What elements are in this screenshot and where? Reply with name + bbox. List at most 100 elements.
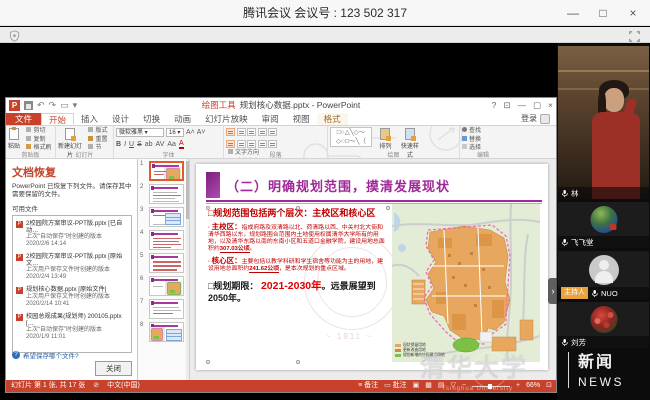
fit-slide-icon[interactable]: ⊡ — [546, 380, 552, 392]
shapes-gallery[interactable]: □○△╲◇～ ◇○□～╲（ — [330, 127, 372, 147]
slideshow-view-icon[interactable]: ▽ — [451, 380, 456, 392]
columns-button[interactable] — [268, 140, 277, 148]
thumbnail-slide-1[interactable]: 1 — [140, 161, 184, 181]
font-name-combo[interactable]: 微软雅黑 ▾ — [116, 128, 164, 137]
ribbon-options-icon[interactable]: ⊡ — [503, 98, 510, 113]
participant-avatar — [590, 206, 617, 233]
recovery-file-item[interactable]: P 规划核心数据.pptx [原始文件] 上次用户保存文件时创建的版本 2020… — [15, 284, 129, 311]
spacing-button[interactable]: AV — [156, 141, 165, 148]
replace-button[interactable]: 替换 — [462, 136, 504, 145]
tab-view[interactable]: 视图 — [286, 113, 317, 125]
zoom-slider[interactable] — [472, 386, 510, 387]
case-button[interactable]: Aa — [167, 141, 176, 148]
thumbnail-slide-5[interactable]: 5 — [140, 253, 184, 273]
paste-button[interactable]: 粘贴 — [8, 127, 20, 150]
participant-video-tile[interactable]: 主持人 NUO — [558, 251, 649, 299]
font-size-combo[interactable]: 16 ▾ — [166, 128, 184, 137]
align-center-button[interactable] — [237, 140, 246, 148]
tab-format[interactable]: 格式 — [317, 113, 348, 125]
thumbnail-slide-2[interactable]: 2 — [140, 184, 184, 204]
ppt-restore-icon[interactable]: ▢ — [533, 98, 541, 113]
align-left-button[interactable] — [226, 140, 235, 148]
map-legend: 现状保留用地 更新改造用地 规划新增的校园建设用地 — [395, 343, 445, 358]
zoom-in-icon[interactable]: + — [516, 380, 520, 392]
undo-icon[interactable]: ↶ — [37, 99, 45, 112]
thumbnail-slide-7[interactable]: 7 — [140, 299, 184, 319]
arrange-button[interactable]: 排列 — [376, 127, 394, 150]
minimize-icon[interactable]: — — [558, 0, 588, 26]
slideshow-icon[interactable]: ▭ — [60, 99, 69, 112]
indent-decrease-button[interactable] — [247, 128, 256, 136]
font-color-button[interactable]: A — [179, 140, 184, 149]
file-name: 2校园院方案审议-PPT版.pptx [已自动… — [26, 220, 128, 234]
maximize-icon[interactable]: □ — [588, 0, 618, 26]
shrink-font-icon[interactable]: A˅ — [197, 129, 206, 136]
participant-video-tile[interactable]: 林 — [558, 46, 649, 199]
zoom-out-icon[interactable]: − — [462, 380, 466, 392]
justify-button[interactable] — [258, 140, 267, 148]
tab-slideshow[interactable]: 幻灯片放映 — [198, 113, 255, 125]
ppt-file-icon: P — [16, 314, 23, 321]
cut-button[interactable]: 剪切 — [26, 127, 51, 136]
recovery-close-button[interactable]: 关闭 — [95, 361, 132, 376]
grow-font-icon[interactable]: A˄ — [186, 129, 195, 136]
comments-toggle[interactable]: ▭ 批注 — [384, 380, 407, 392]
bold-button[interactable]: B — [116, 141, 121, 148]
tab-home[interactable]: 开始 — [41, 113, 74, 125]
strikethrough-button[interactable]: S — [137, 141, 142, 148]
ppt-close-icon[interactable]: × — [548, 98, 553, 113]
underline-button[interactable]: U — [129, 141, 134, 148]
italic-button[interactable]: I — [124, 141, 126, 148]
tab-animations[interactable]: 动画 — [167, 113, 198, 125]
tab-insert[interactable]: 插入 — [74, 113, 105, 125]
thumbnail-slide-4[interactable]: 4 — [140, 230, 184, 250]
tab-design[interactable]: 设计 — [105, 113, 136, 125]
reset-button[interactable]: 重置 — [88, 136, 107, 145]
slide-body-textbox[interactable]: □规划范围包括两个层次：主校区和核心区 · 主校区：指成府路及双清路以北、荷清路… — [208, 208, 388, 304]
group-slides: 新建幻灯片 版式 重置 节 幻灯片 — [56, 126, 114, 159]
recovery-file-item[interactable]: P 校园总规成果(规划师) 200105.pptx [… 上次“自动保存”时创建… — [15, 311, 129, 344]
notes-toggle[interactable]: ≡ 备注 — [358, 380, 378, 392]
find-button[interactable]: 查找 — [462, 127, 504, 136]
align-right-button[interactable] — [247, 140, 256, 148]
selection-handle[interactable] — [206, 360, 210, 364]
horizon-years: 2021-2030年 — [261, 280, 322, 292]
help-icon[interactable]: ? — [492, 98, 497, 113]
slide-sorter-icon[interactable]: ▦ — [425, 380, 432, 392]
recovery-file-item[interactable]: P 2校园院方案审议-PPT版.pptx [原始文… 上次用户保存文件时创建的版… — [15, 251, 129, 284]
line-spacing-button[interactable] — [268, 128, 277, 136]
thumbnail-slide-3[interactable]: 3 — [140, 207, 184, 227]
redo-icon[interactable]: ↷ — [49, 99, 57, 112]
sign-in[interactable]: 登录 — [521, 113, 550, 124]
recovery-file-item[interactable]: P 2校园院方案审议-PPT版.pptx [已自动… 上次“自动保存”时创建的版… — [15, 218, 129, 251]
selection-handle[interactable] — [296, 206, 300, 210]
selection-handle[interactable] — [206, 206, 210, 210]
zoom-level[interactable]: 66% — [526, 380, 540, 392]
indent-increase-button[interactable] — [258, 128, 267, 136]
normal-view-icon[interactable]: ▣ — [413, 380, 420, 392]
language-status[interactable]: 中文(中国) — [107, 380, 140, 392]
tab-file[interactable]: 文件 — [6, 113, 41, 125]
participant-video-tile[interactable]: 刘芳 — [558, 302, 649, 348]
selection-handle[interactable] — [386, 206, 390, 210]
tab-review[interactable]: 审阅 — [255, 113, 286, 125]
shadow-button[interactable]: ab — [145, 141, 153, 148]
bullets-button[interactable] — [226, 128, 235, 136]
recovery-help-link[interactable]: ? 希望保存哪个文件? — [12, 350, 79, 360]
numbering-button[interactable] — [237, 128, 246, 136]
reading-view-icon[interactable]: ▤ — [438, 380, 445, 392]
qat-dropdown-icon[interactable]: ▾ — [73, 99, 78, 112]
copy-button[interactable]: 复制 — [26, 136, 51, 145]
thumbnail-scrollbar[interactable] — [186, 159, 189, 380]
ppt-minimize-icon[interactable]: — — [518, 98, 527, 113]
help-question-icon: ? — [12, 351, 20, 359]
accessibility-icon[interactable]: ⊘ — [93, 380, 99, 392]
thumbnail-slide-8[interactable]: 8 — [140, 322, 184, 342]
selection-handle[interactable] — [296, 360, 300, 364]
save-icon[interactable] — [24, 101, 33, 110]
tab-transitions[interactable]: 切换 — [136, 113, 167, 125]
close-icon[interactable]: × — [618, 0, 648, 26]
thumbnail-slide-6[interactable]: 6 — [140, 276, 184, 296]
layout-button[interactable]: 版式 — [88, 127, 107, 136]
participant-video-tile[interactable]: 飞飞堂 — [558, 202, 649, 248]
